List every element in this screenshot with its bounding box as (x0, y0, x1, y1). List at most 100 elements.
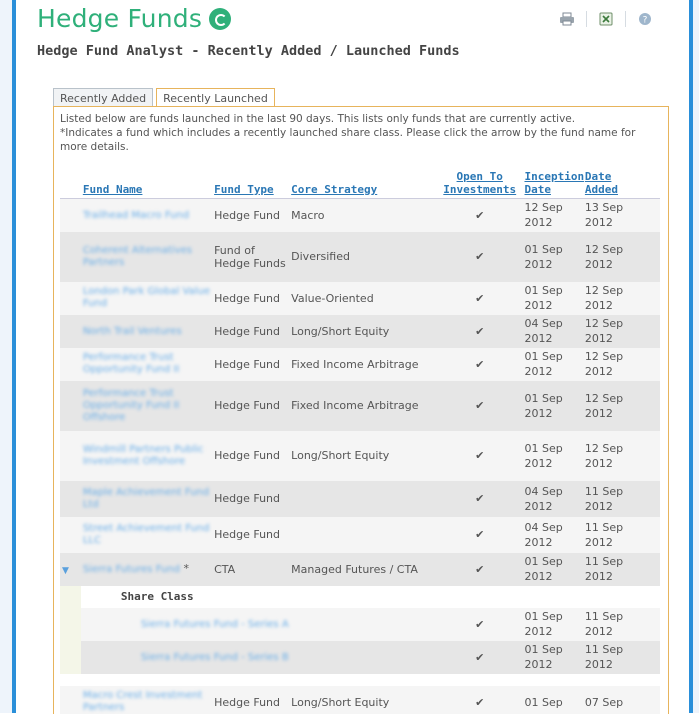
core-strategy: Long/Short Equity (289, 431, 435, 481)
table-gap-row (60, 674, 660, 686)
row-spacer (60, 608, 81, 641)
share-class-name-text[interactable]: Sierra Futures Fund - Series A (141, 619, 289, 631)
header-inception-date[interactable]: Inception Date (522, 164, 582, 199)
fund-name-text[interactable]: North Trail Ventures (83, 326, 182, 338)
inception-date: 01 Sep 2012 (522, 232, 582, 282)
page-title: Hedge Fund Analyst - Recently Added / La… (37, 43, 460, 59)
brand-name: Hedge Funds (37, 4, 202, 33)
date-added: 12 Sep 2012 (583, 315, 648, 348)
core-strategy: Managed Futures / CTA (289, 553, 435, 586)
fund-type: Hedge Fund (212, 282, 289, 315)
table-row: North Trail Ventures Hedge Fund Long/Sho… (60, 315, 660, 348)
table-row: Macro Crest Investment Partners Hedge Fu… (60, 686, 660, 714)
table-row: Maple Achievement Fund Ltd Hedge Fund ✔ … (60, 481, 660, 517)
share-class-row: Sierra Futures Fund - Series A ✔ 01 Sep … (60, 608, 660, 641)
inception-date: 01 Sep 2012 (522, 282, 582, 315)
tab-bar: Recently Added Recently Launched (53, 88, 278, 107)
share-class-header-row: Share Class (60, 586, 660, 608)
table-row: London Park Global Value Fund Hedge Fund… (60, 282, 660, 315)
fund-name-link[interactable]: Sierra Futures Fund * (81, 553, 212, 586)
inception-date: 01 Sep 2012 (522, 608, 582, 641)
expand-arrow-icon[interactable]: ▼ (62, 566, 69, 576)
row-spacer-end (647, 315, 660, 348)
row-spacer-end (647, 608, 660, 641)
fund-name-link[interactable]: Performance Trust Opportunity Fund II Of… (81, 381, 212, 431)
row-spacer (435, 586, 523, 608)
open-check-icon: ✔ (435, 481, 523, 517)
fund-name-text[interactable]: Street Achievement Fund LLC (83, 523, 212, 547)
left-frame-border (12, 0, 16, 713)
fund-name-text[interactable]: Performance Trust Opportunity Fund II (83, 352, 212, 376)
open-check-icon: ✔ (435, 641, 523, 674)
fund-name-link[interactable]: Macro Crest Investment Partners (81, 686, 212, 714)
row-spacer-end (647, 381, 660, 431)
row-spacer-end (647, 553, 660, 586)
row-spacer (60, 381, 81, 431)
fund-type: Hedge Fund (212, 315, 289, 348)
fund-name-text[interactable]: Maple Achievement Fund Ltd (83, 487, 212, 511)
row-spacer-end (647, 282, 660, 315)
fund-name-link[interactable]: Maple Achievement Fund Ltd (81, 481, 212, 517)
fund-type: Hedge Fund (212, 517, 289, 553)
tab-recently-added[interactable]: Recently Added (53, 88, 153, 108)
row-spacer (60, 686, 81, 714)
fund-name-link[interactable]: London Park Global Value Fund (81, 282, 212, 315)
fund-name-text[interactable]: Macro Crest Investment Partners (83, 690, 212, 714)
open-check-icon: ✔ (435, 282, 523, 315)
printer-icon[interactable] (554, 8, 580, 30)
row-spacer-end (647, 481, 660, 517)
open-check-icon: ✔ (435, 517, 523, 553)
excel-icon[interactable] (593, 8, 619, 30)
fund-type: Hedge Fund (212, 199, 289, 232)
fund-name-text[interactable]: Sierra Futures Fund (83, 564, 180, 576)
header-open-to-investments[interactable]: Open To Investments (435, 164, 523, 199)
intro-line-1: Listed below are funds launched in the l… (60, 112, 664, 126)
header-fund-name[interactable]: Fund Name (81, 164, 212, 199)
tab-panel: Listed below are funds launched in the l… (53, 106, 669, 714)
fund-name-link[interactable]: Windmill Partners Public Investment Offs… (81, 431, 212, 481)
date-added: 12 Sep 2012 (583, 381, 648, 431)
left-frame (0, 0, 12, 713)
header-fund-type[interactable]: Fund Type (212, 164, 289, 199)
open-check-icon: ✔ (435, 381, 523, 431)
row-spacer (60, 586, 81, 608)
row-spacer (60, 348, 81, 381)
table-row: Trailhead Macro Fund Hedge Fund Macro ✔ … (60, 199, 660, 232)
header-core-strategy[interactable]: Core Strategy (289, 164, 435, 199)
fund-name-link[interactable]: Performance Trust Opportunity Fund II (81, 348, 212, 381)
fund-name-link[interactable]: Coherent Alternatives Partners (81, 232, 212, 282)
core-strategy: Macro (289, 199, 435, 232)
fund-name-link[interactable]: Trailhead Macro Fund (81, 199, 212, 232)
svg-text:?: ? (643, 16, 648, 26)
fund-name-link[interactable]: Street Achievement Fund LLC (81, 517, 212, 553)
table-header-row: Fund Name Fund Type Core Strategy Open T… (60, 164, 660, 199)
header-date-added[interactable]: Date Added (583, 164, 648, 199)
funds-table: Fund Name Fund Type Core Strategy Open T… (60, 164, 660, 714)
open-check-icon: ✔ (435, 232, 523, 282)
share-class-link[interactable]: Sierra Futures Fund - Series B (81, 641, 435, 674)
date-added: 07 Sep (583, 686, 648, 714)
share-class-link[interactable]: Sierra Futures Fund - Series A (81, 608, 435, 641)
row-spacer-end (647, 232, 660, 282)
brand-logo: Hedge Funds (37, 4, 231, 33)
share-class-name-text[interactable]: Sierra Futures Fund - Series B (141, 652, 289, 664)
core-strategy: Fixed Income Arbitrage (289, 381, 435, 431)
inception-date: 01 Sep 2012 (522, 553, 582, 586)
fund-type: CTA (212, 553, 289, 586)
fund-name-text[interactable]: Trailhead Macro Fund (83, 210, 189, 222)
fund-name-text[interactable]: London Park Global Value Fund (83, 286, 212, 310)
toolbar-separator (625, 11, 626, 27)
row-spacer (583, 586, 648, 608)
fund-name-text[interactable]: Coherent Alternatives Partners (83, 245, 212, 269)
table-row: Performance Trust Opportunity Fund II Of… (60, 381, 660, 431)
help-icon[interactable]: ? (632, 8, 658, 30)
row-spacer (60, 282, 81, 315)
date-added: 11 Sep 2012 (583, 608, 648, 641)
row-spacer-end (647, 586, 660, 608)
fund-name-text[interactable]: Windmill Partners Public Investment Offs… (83, 444, 212, 468)
fund-name-text[interactable]: Performance Trust Opportunity Fund II Of… (83, 388, 212, 424)
inception-date: 04 Sep 2012 (522, 315, 582, 348)
table-row: Windmill Partners Public Investment Offs… (60, 431, 660, 481)
fund-name-link[interactable]: North Trail Ventures (81, 315, 212, 348)
expand-cell[interactable]: ▼ (60, 553, 81, 586)
